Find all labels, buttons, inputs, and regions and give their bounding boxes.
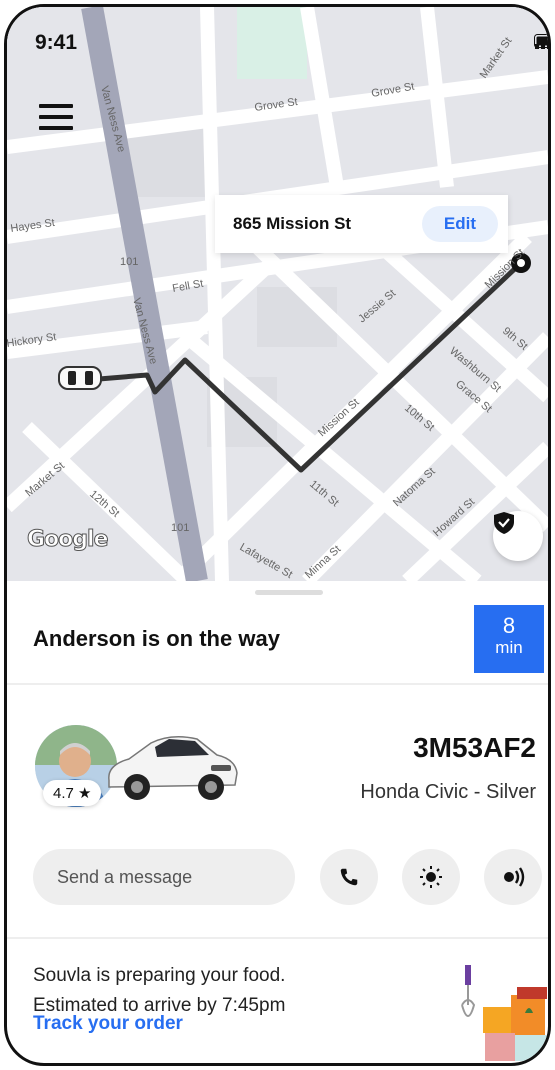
- phone-frame: Grove St Grove St Market St Van Ness Ave…: [4, 4, 551, 1066]
- vehicle-description: Honda Civic - Silver: [360, 781, 536, 803]
- sound-icon: [504, 867, 525, 887]
- phone-icon: [340, 868, 358, 886]
- order-status: Souvla is preparing your food.: [33, 965, 286, 986]
- edit-button[interactable]: Edit: [421, 206, 498, 242]
- street-label: 101: [171, 522, 189, 534]
- park-area: [237, 7, 307, 79]
- divider: [7, 937, 548, 939]
- map-canvas: Grove St Grove St Market St Van Ness Ave…: [7, 7, 548, 581]
- driver-status: Anderson is on the way: [33, 626, 280, 651]
- destination-address: 865 Mission St: [233, 214, 352, 233]
- driver-rating: 4.7 ★: [43, 780, 102, 806]
- battery-icon: [534, 34, 548, 48]
- eta-value: 8: [502, 613, 516, 638]
- google-logo: Google: [27, 527, 109, 553]
- shield-icon: [494, 512, 514, 534]
- menu-icon[interactable]: [39, 104, 75, 132]
- drag-handle[interactable]: [255, 590, 323, 595]
- food-illustration: [461, 965, 548, 1061]
- street-label: 101: [120, 256, 138, 268]
- eta-badge: 8 min: [474, 605, 544, 673]
- car-image: [108, 736, 238, 800]
- license-plate: 3M53AF2: [413, 732, 536, 763]
- track-order-link[interactable]: Track your order: [33, 1013, 183, 1035]
- status-time: 9:41: [35, 31, 78, 54]
- car-marker: [58, 366, 102, 390]
- message-input[interactable]: Send a message: [33, 849, 295, 905]
- light-icon: [420, 866, 442, 888]
- map-view[interactable]: Grove St Grove St Market St Van Ness Ave…: [7, 7, 548, 581]
- eta-unit: min: [495, 638, 523, 657]
- call-button[interactable]: [320, 849, 378, 905]
- safety-shield-button[interactable]: [493, 511, 543, 561]
- divider: [7, 683, 548, 685]
- sound-button[interactable]: [484, 849, 542, 905]
- light-button[interactable]: [402, 849, 460, 905]
- destination-card[interactable]: 865 Mission St Edit: [215, 195, 508, 253]
